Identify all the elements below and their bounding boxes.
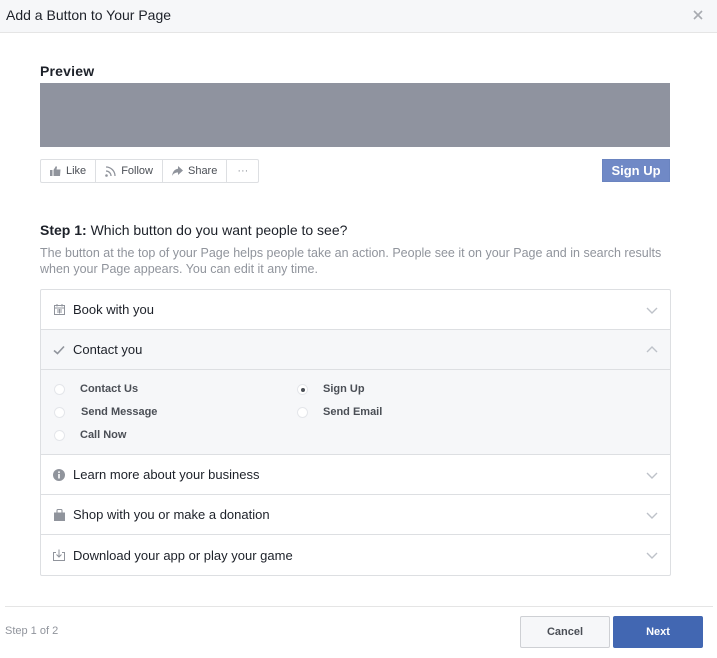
category-label: Shop with you or make a donation	[73, 507, 270, 522]
radio-button-selected[interactable]	[297, 383, 308, 395]
category-shop-or-donate[interactable]: Shop with you or make a donation	[41, 495, 670, 535]
cover-photo-preview	[40, 83, 670, 147]
category-download-app[interactable]: Download your app or play your game	[41, 535, 670, 575]
radio-button[interactable]	[54, 383, 65, 395]
option-label: Call Now	[80, 429, 127, 441]
option-contact-us[interactable]: Contact Us	[54, 383, 138, 395]
option-send-email[interactable]: Send Email	[297, 406, 382, 418]
checkmark-icon	[52, 343, 66, 357]
option-call-now[interactable]: Call Now	[54, 429, 126, 441]
thumbs-up-icon	[50, 166, 61, 176]
share-arrow-icon	[171, 166, 183, 176]
button-category-list: Book with you Contact you Contact Us Sen…	[40, 289, 671, 576]
chevron-up-icon	[646, 346, 658, 353]
category-label: Book with you	[73, 302, 154, 317]
chevron-down-icon	[646, 472, 658, 479]
preview-heading: Preview	[40, 63, 95, 79]
step-description: The button at the top of your Page helps…	[40, 246, 662, 276]
page-action-bar: Like Follow Share ···	[40, 159, 260, 183]
step-indicator: Step 1 of 2	[5, 625, 59, 637]
chevron-down-icon	[646, 552, 658, 559]
category-contact-you[interactable]: Contact you	[41, 330, 670, 370]
category-book-with-you[interactable]: Book with you	[41, 290, 670, 330]
calendar-icon	[52, 303, 66, 317]
close-icon	[693, 10, 703, 20]
preview-sign-up-button[interactable]: Sign Up	[602, 159, 670, 182]
option-sign-up[interactable]: Sign Up	[297, 383, 365, 395]
follow-button[interactable]: Follow	[96, 160, 163, 182]
share-label: Share	[187, 165, 218, 177]
category-label: Learn more about your business	[73, 467, 260, 482]
category-learn-more[interactable]: Learn more about your business	[41, 455, 670, 495]
step-number: Step 1:	[40, 222, 87, 238]
more-dots-icon: ···	[237, 165, 249, 177]
download-icon	[52, 548, 66, 562]
step-title: Step 1: Which button do you want people …	[40, 222, 347, 238]
next-button[interactable]: Next	[613, 616, 703, 648]
category-label: Download your app or play your game	[73, 547, 293, 563]
category-label: Contact you	[73, 342, 143, 357]
follow-label: Follow	[121, 165, 153, 177]
dialog-header: Add a Button to Your Page	[0, 0, 717, 33]
like-button[interactable]: Like	[41, 160, 97, 182]
option-label: Send Message	[81, 406, 158, 418]
radio-button[interactable]	[297, 406, 308, 418]
close-button[interactable]	[693, 8, 703, 23]
share-button[interactable]: Share	[163, 160, 228, 182]
radio-button[interactable]	[54, 429, 65, 441]
more-options-button[interactable]: ···	[227, 160, 258, 182]
cancel-button[interactable]: Cancel	[520, 616, 610, 648]
option-send-message[interactable]: Send Message	[54, 406, 157, 418]
step-question: Which button do you want people to see?	[86, 222, 348, 238]
footer-divider	[5, 606, 713, 607]
chevron-down-icon	[646, 512, 658, 519]
option-label: Contact Us	[80, 383, 139, 395]
radio-button[interactable]	[54, 406, 65, 418]
info-icon	[52, 468, 66, 482]
option-label: Sign Up	[323, 383, 365, 395]
option-label: Send Email	[323, 406, 383, 418]
shopping-bag-icon	[52, 508, 66, 522]
chevron-down-icon	[646, 307, 658, 314]
dialog-title: Add a Button to Your Page	[6, 7, 172, 23]
contact-options-panel: Contact Us Send Message Call Now Sign Up…	[41, 370, 670, 455]
rss-icon	[105, 165, 116, 177]
like-label: Like	[66, 165, 87, 177]
